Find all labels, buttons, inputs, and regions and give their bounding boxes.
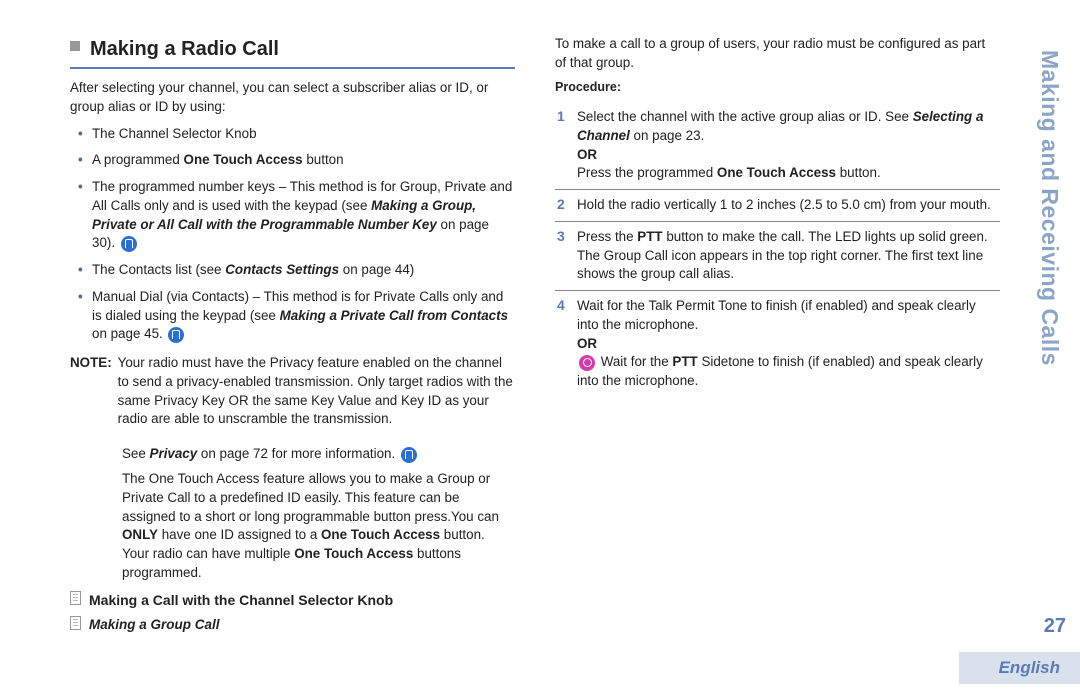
list-text: The Contacts list (see: [92, 262, 225, 277]
step-item: Wait for the Talk Permit Tone to finish …: [555, 291, 1000, 397]
subsection-heading: Making a Call with the Channel Selector …: [89, 591, 393, 611]
list-item: A programmed One Touch Access button: [70, 151, 515, 170]
or-label: OR: [577, 147, 597, 162]
list-text-ref: Making a Private Call from Contacts: [280, 308, 508, 323]
list-text-ref: Contacts Settings: [225, 262, 339, 277]
subsubsection-row: Making a Group Call: [70, 616, 515, 635]
info-icon: [401, 447, 417, 463]
info-icon: [168, 327, 184, 343]
list-text: A programmed: [92, 152, 184, 167]
step-item: Hold the radio vertically 1 to 2 inches …: [555, 190, 1000, 222]
page-number: 27: [1044, 612, 1066, 640]
options-list: The Channel Selector Knob A programmed O…: [70, 125, 515, 345]
list-text-bold: One Touch Access: [184, 152, 303, 167]
list-item: The Contacts list (see Contacts Settings…: [70, 261, 515, 280]
group-call-intro: To make a call to a group of users, your…: [555, 35, 1000, 73]
subsection-row: Making a Call with the Channel Selector …: [70, 591, 515, 611]
list-item: Manual Dial (via Contacts) – This method…: [70, 288, 515, 344]
note-label: NOTE:: [70, 354, 118, 439]
subsubsection-heading: Making a Group Call: [89, 616, 220, 635]
note-text: The One Touch Access feature allows you …: [70, 470, 515, 583]
note-block: NOTE: Your radio must have the Privacy f…: [70, 354, 515, 439]
list-item: The programmed number keys – This method…: [70, 178, 515, 253]
procedure-steps: Select the channel with the active group…: [555, 102, 1000, 397]
heading-rule: [70, 67, 515, 69]
ptt-icon: [579, 355, 595, 371]
procedure-label: Procedure:: [555, 79, 1000, 97]
side-chapter-title: Making and Receiving Calls: [1034, 50, 1066, 366]
or-label: OR: [577, 336, 597, 351]
note-text: Your radio must have the Privacy feature…: [118, 354, 515, 429]
intro-paragraph: After selecting your channel, you can se…: [70, 79, 515, 117]
language-tab: English: [959, 652, 1080, 684]
section-heading-block: Making a Radio Call: [70, 35, 515, 69]
doc-icon: [70, 616, 81, 630]
list-item: The Channel Selector Knob: [70, 125, 515, 144]
note-body: Your radio must have the Privacy feature…: [118, 354, 515, 439]
list-text: The Channel Selector Knob: [92, 126, 257, 141]
page-content: Making a Radio Call After selecting your…: [70, 35, 1000, 655]
step-item: Press the PTT button to make the call. T…: [555, 222, 1000, 291]
doc-icon: [70, 591, 81, 605]
section-heading: Making a Radio Call: [90, 35, 279, 63]
heading-bullet-icon: [70, 41, 80, 51]
list-text: on page 45.: [92, 326, 166, 341]
note-ref: Privacy: [150, 446, 198, 461]
list-text: button: [303, 152, 344, 167]
step-item: Select the channel with the active group…: [555, 102, 1000, 190]
list-text: on page 44): [339, 262, 414, 277]
note-text: See Privacy on page 72 for more informat…: [70, 445, 515, 464]
info-icon: [121, 236, 137, 252]
